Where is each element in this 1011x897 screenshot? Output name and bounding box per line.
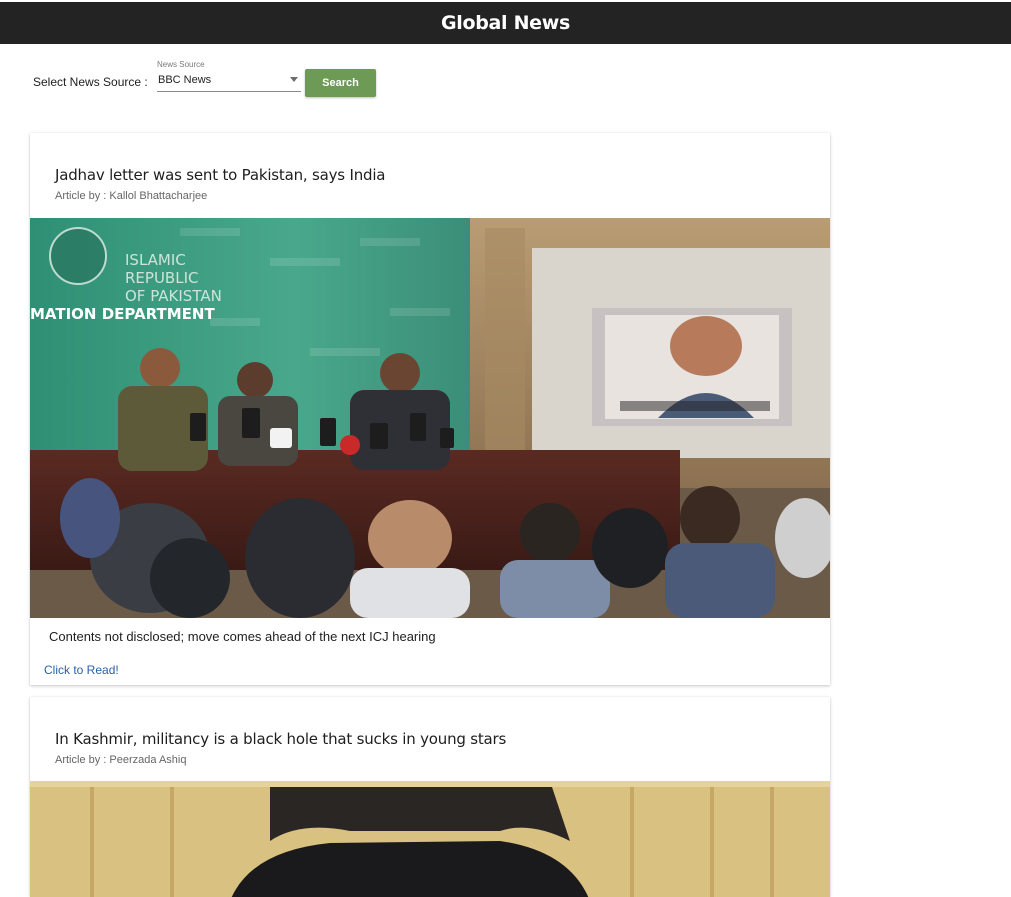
- image-sign-line2: REPUBLIC: [125, 269, 198, 287]
- article-description: Contents not disclosed; move comes ahead…: [49, 629, 436, 644]
- app-header: Global News: [0, 2, 1011, 44]
- news-source-select[interactable]: News Source BBC News: [157, 60, 301, 92]
- news-source-field-label: News Source: [157, 60, 205, 69]
- article-author: Article by : Peerzada Ashiq: [55, 754, 187, 766]
- article-image: ISLAMIC REPUBLIC OF PAKISTAN MATION DEPA…: [30, 218, 830, 618]
- dropdown-caret-icon[interactable]: [290, 77, 298, 82]
- image-sign-line4: MATION DEPARTMENT: [30, 305, 215, 323]
- app-title: Global News: [440, 12, 571, 34]
- article-card: Jadhav letter was sent to Pakistan, says…: [30, 133, 830, 685]
- article-title: Jadhav letter was sent to Pakistan, says…: [55, 166, 386, 184]
- search-button[interactable]: Search: [305, 69, 376, 97]
- image-sign-line1: ISLAMIC: [125, 251, 186, 269]
- news-source-value: BBC News: [158, 74, 212, 86]
- article-author: Article by : Kallol Bhattacharjee: [55, 190, 208, 202]
- click-to-read-link[interactable]: Click to Read!: [44, 663, 119, 677]
- source-toolbar: Select News Source : News Source BBC New…: [0, 56, 1011, 106]
- article-title: In Kashmir, militancy is a black hole th…: [55, 730, 507, 748]
- select-source-label: Select News Source :: [33, 75, 148, 89]
- image-sign-line3: OF PAKISTAN: [125, 287, 222, 305]
- article-image: [30, 781, 830, 897]
- article-card: In Kashmir, militancy is a black hole th…: [30, 697, 830, 897]
